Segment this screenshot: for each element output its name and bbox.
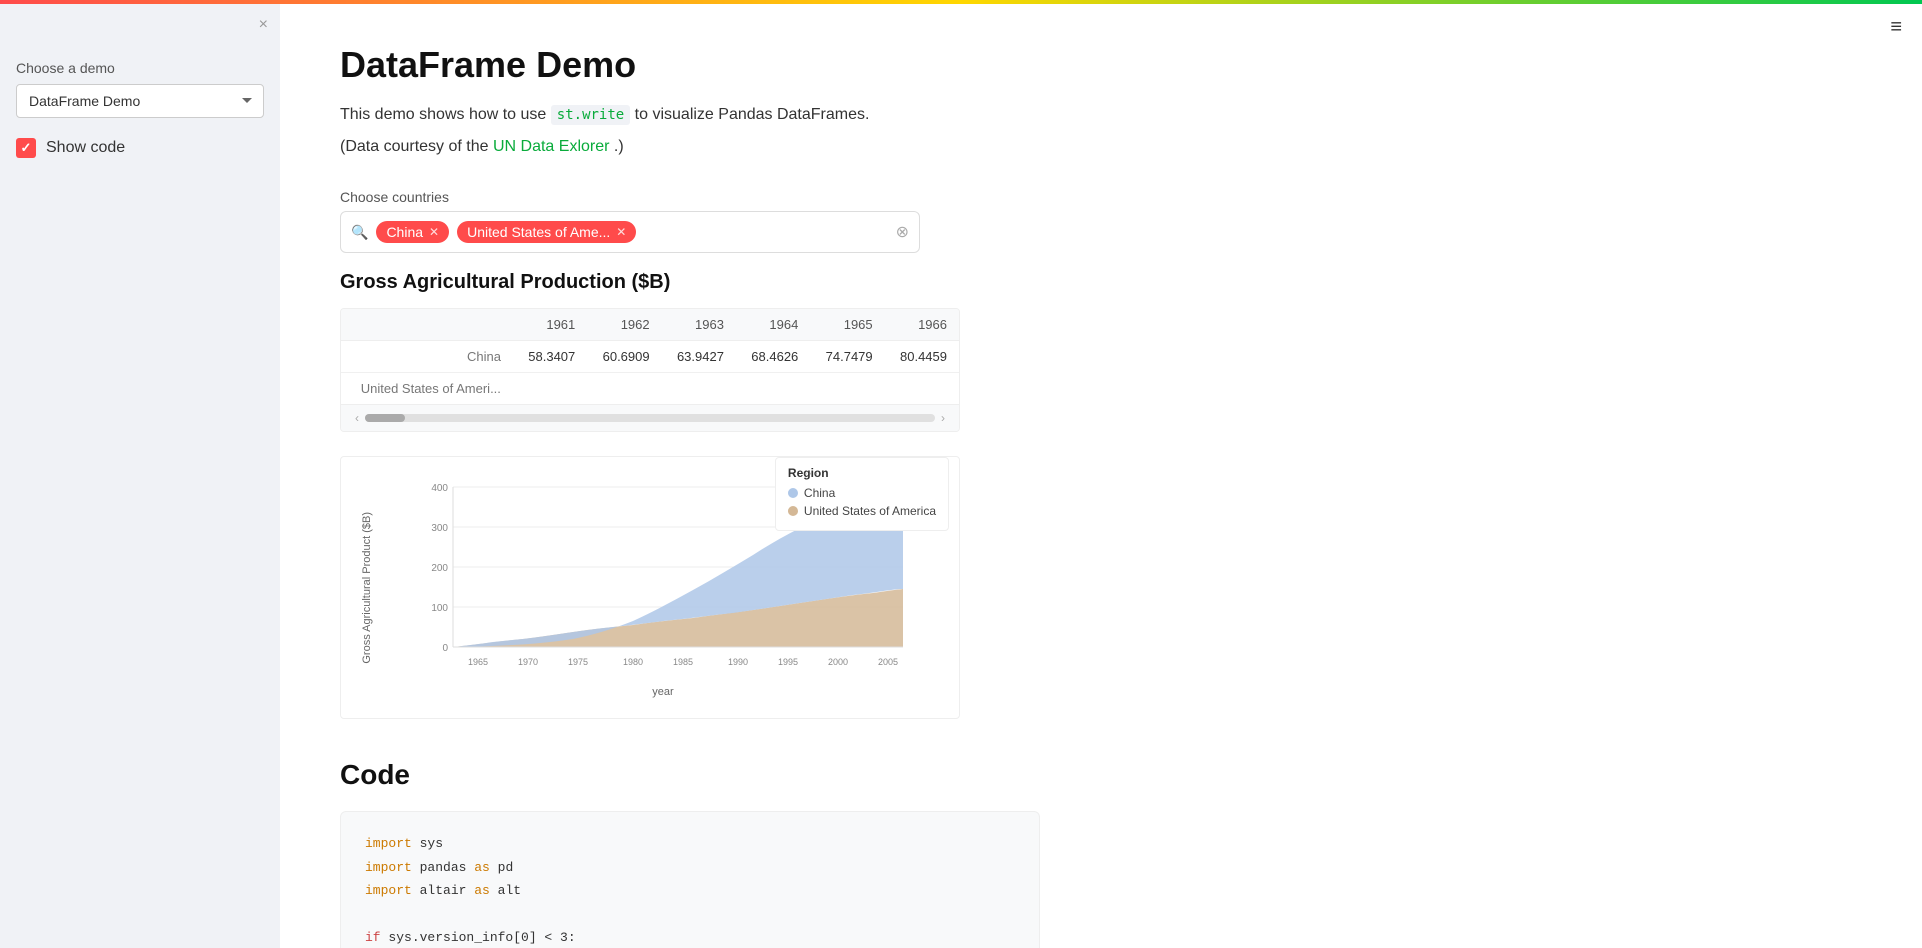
tag-usa-label: United States of Ame... xyxy=(467,224,610,240)
selector-clear-button[interactable]: ⊗ xyxy=(896,222,909,242)
sidebar-close-button[interactable]: × xyxy=(259,16,268,34)
x-axis-label: year xyxy=(387,686,939,698)
svg-text:1970: 1970 xyxy=(518,657,538,667)
row-usa-1962 xyxy=(587,373,661,405)
svg-text:1990: 1990 xyxy=(728,657,748,667)
top-gradient-bar xyxy=(0,0,1922,4)
code-block: import sys import pandas as pd import al… xyxy=(340,811,1040,948)
main-content: DataFrame Demo This demo shows how to us… xyxy=(280,4,1922,948)
svg-text:1980: 1980 xyxy=(623,657,643,667)
svg-text:100: 100 xyxy=(431,603,448,614)
chart-menu-button[interactable]: ··· xyxy=(803,465,819,483)
row-usa-1965 xyxy=(810,373,884,405)
row-usa-1961 xyxy=(513,373,587,405)
tag-china[interactable]: China ✕ xyxy=(376,221,449,243)
row-china-1965: 74.7479 xyxy=(810,341,884,373)
svg-text:2000: 2000 xyxy=(828,657,848,667)
code-section-title: Code xyxy=(340,759,1862,791)
chart-legend: Region China United States of America xyxy=(775,457,949,531)
row-china-1964: 68.4626 xyxy=(736,341,810,373)
row-usa-1966 xyxy=(885,373,959,405)
svg-text:400: 400 xyxy=(431,483,448,494)
desc-text-1: This demo shows how to use xyxy=(340,106,546,123)
data-note-suffix: .) xyxy=(614,138,624,155)
table-col-1962: 1962 xyxy=(587,309,661,341)
demo-select[interactable]: DataFrame Demo Altair Chart Mapping Demo… xyxy=(16,84,264,118)
show-code-checkbox[interactable] xyxy=(16,138,36,158)
svg-text:0: 0 xyxy=(442,643,448,654)
tag-china-close[interactable]: ✕ xyxy=(429,225,439,239)
legend-china-label: China xyxy=(804,486,835,500)
legend-china: China xyxy=(788,486,936,500)
svg-text:1975: 1975 xyxy=(568,657,588,667)
code-line-1: import sys xyxy=(365,832,1015,855)
table-col-1961: 1961 xyxy=(513,309,587,341)
data-note-prefix: (Data courtesy of the xyxy=(340,138,489,155)
page-title: DataFrame Demo xyxy=(340,44,1862,86)
scroll-right-arrow[interactable]: › xyxy=(935,409,951,427)
svg-text:1965: 1965 xyxy=(468,657,488,667)
tag-usa[interactable]: United States of Ame... ✕ xyxy=(457,221,636,243)
desc-text-2: to visualize Pandas DataFrames. xyxy=(635,106,870,123)
chart-container: Gross Agricultural Product ($B) 400 300 … xyxy=(340,456,960,719)
legend-china-dot xyxy=(788,488,798,498)
description-line: This demo shows how to use st.write to v… xyxy=(340,102,1862,128)
search-icon: 🔍 xyxy=(351,224,368,241)
table-row: China 58.3407 60.6909 63.9427 68.4626 74… xyxy=(341,341,959,373)
table-col-1965: 1965 xyxy=(810,309,884,341)
country-selector[interactable]: 🔍 China ✕ United States of Ame... ✕ ⊗ xyxy=(340,211,920,253)
inline-code-stwrite: st.write xyxy=(551,105,630,125)
table-header-row: 1961 1962 1963 1964 1965 1966 xyxy=(341,309,959,341)
row-china-1962: 60.6909 xyxy=(587,341,661,373)
show-code-row: Show code xyxy=(16,138,264,158)
show-code-label: Show code xyxy=(46,139,125,157)
code-line-blank xyxy=(365,902,1015,925)
row-china-label: China xyxy=(341,341,513,373)
legend-usa-label: United States of America xyxy=(804,504,936,518)
svg-text:200: 200 xyxy=(431,563,448,574)
table-row: United States of Ameri... xyxy=(341,373,959,405)
code-line-3: import altair as alt xyxy=(365,879,1015,902)
row-usa-1963 xyxy=(662,373,736,405)
svg-text:1985: 1985 xyxy=(673,657,693,667)
data-table-wrapper: 1961 1962 1963 1964 1965 1966 China 58.3… xyxy=(340,308,960,432)
legend-usa-dot xyxy=(788,506,798,516)
legend-usa: United States of America xyxy=(788,504,936,518)
hamburger-icon: ≡ xyxy=(1890,16,1902,38)
scroll-track[interactable] xyxy=(365,414,935,422)
table-scroll-row: ‹ › xyxy=(341,404,959,431)
row-usa-1964 xyxy=(736,373,810,405)
code-line-2: import pandas as pd xyxy=(365,856,1015,879)
table-col-1964: 1964 xyxy=(736,309,810,341)
svg-text:1995: 1995 xyxy=(778,657,798,667)
svg-text:300: 300 xyxy=(431,523,448,534)
y-axis-label: Gross Agricultural Product ($B) xyxy=(361,512,373,664)
data-table: 1961 1962 1963 1964 1965 1966 China 58.3… xyxy=(341,309,959,404)
chart-section-title: Gross Agricultural Production ($B) xyxy=(340,271,1862,294)
svg-text:2005: 2005 xyxy=(878,657,898,667)
sidebar: × Choose a demo DataFrame Demo Altair Ch… xyxy=(0,4,280,948)
tag-usa-close[interactable]: ✕ xyxy=(616,225,626,239)
table-col-label xyxy=(341,309,513,341)
scroll-left-arrow[interactable]: ‹ xyxy=(349,409,365,427)
choose-countries-label: Choose countries xyxy=(340,189,1862,205)
row-china-1966: 80.4459 xyxy=(885,341,959,373)
un-data-link[interactable]: UN Data Exlorer xyxy=(493,138,609,155)
row-china-1961: 58.3407 xyxy=(513,341,587,373)
hamburger-menu-button[interactable]: ≡ xyxy=(1890,16,1902,39)
table-col-1966: 1966 xyxy=(885,309,959,341)
choose-demo-label: Choose a demo xyxy=(16,60,264,76)
tag-china-label: China xyxy=(386,224,423,240)
scroll-thumb xyxy=(365,414,405,422)
row-usa-label: United States of Ameri... xyxy=(341,373,513,405)
code-line-4: if sys.version_info[0] < 3: xyxy=(365,926,1015,948)
data-source-line: (Data courtesy of the UN Data Exlorer .) xyxy=(340,134,1862,160)
row-china-1963: 63.9427 xyxy=(662,341,736,373)
table-col-1963: 1963 xyxy=(662,309,736,341)
